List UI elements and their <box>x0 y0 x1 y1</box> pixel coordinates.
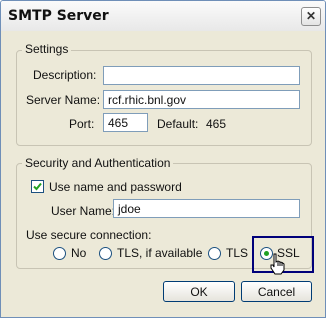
radio-no[interactable] <box>53 247 66 260</box>
radio-tls-label[interactable]: TLS <box>226 246 248 260</box>
hand-cursor-icon <box>270 253 285 275</box>
radio-tls-if-available-label[interactable]: TLS, if available <box>117 246 202 260</box>
cancel-button[interactable]: Cancel <box>241 281 312 302</box>
default-port-label: Default: <box>157 117 199 131</box>
title-bar[interactable]: SMTP Server ✕ <box>1 1 325 31</box>
close-button[interactable]: ✕ <box>301 7 321 26</box>
port-label: Port: <box>69 117 95 131</box>
user-name-field[interactable]: jdoe <box>113 199 300 218</box>
radio-no-label[interactable]: No <box>71 246 86 260</box>
port-field[interactable]: 465 <box>103 113 148 132</box>
settings-legend: Settings <box>22 42 72 56</box>
checkmark-icon <box>33 182 42 191</box>
window-title: SMTP Server <box>8 8 109 24</box>
server-name-field[interactable]: rcf.rhic.bnl.gov <box>103 90 300 109</box>
description-field[interactable] <box>103 66 300 85</box>
radio-tls[interactable] <box>208 247 221 260</box>
use-name-password-checkbox[interactable] <box>31 180 44 193</box>
smtp-server-dialog: SMTP Server ✕ Settings Description: Serv… <box>0 0 326 318</box>
dialog-body: Settings Description: Server Name: rcf.r… <box>4 31 322 314</box>
server-name-label: Server Name: <box>26 93 101 107</box>
description-label: Description: <box>33 68 97 82</box>
secure-connection-label: Use secure connection: <box>26 228 152 242</box>
radio-tls-if-available[interactable] <box>99 247 112 260</box>
security-legend: Security and Authentication <box>22 156 174 170</box>
close-icon: ✕ <box>305 9 317 23</box>
ok-button[interactable]: OK <box>163 281 235 302</box>
user-name-label: User Name: <box>51 204 116 218</box>
default-port-value: 465 <box>206 117 227 131</box>
use-name-password-label[interactable]: Use name and password <box>49 180 182 194</box>
